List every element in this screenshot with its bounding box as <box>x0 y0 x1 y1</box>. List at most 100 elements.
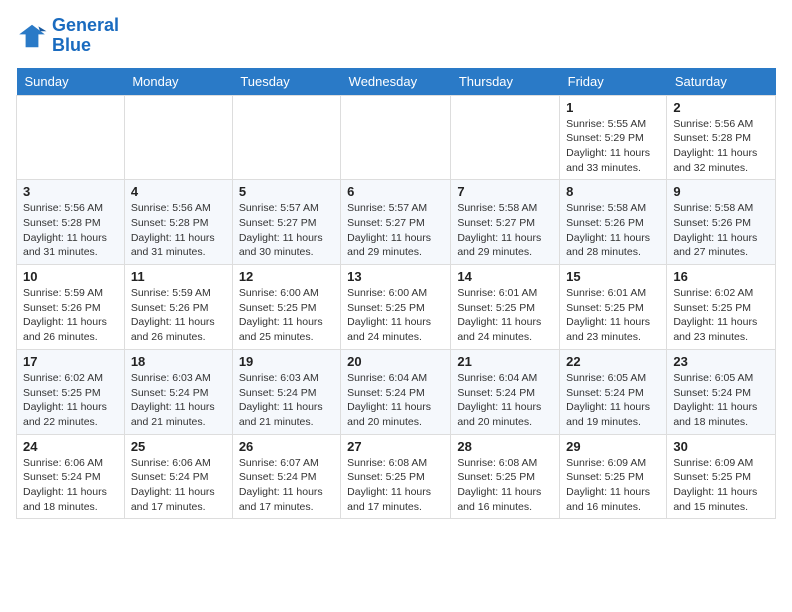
column-header-saturday: Saturday <box>667 68 776 96</box>
day-info: Sunrise: 6:03 AMSunset: 5:24 PMDaylight:… <box>239 371 334 430</box>
day-info: Sunrise: 5:56 AMSunset: 5:28 PMDaylight:… <box>23 201 118 260</box>
day-number: 23 <box>673 354 769 369</box>
day-info: Sunrise: 6:00 AMSunset: 5:25 PMDaylight:… <box>347 286 444 345</box>
calendar-cell: 8 Sunrise: 5:58 AMSunset: 5:26 PMDaylight… <box>560 180 667 265</box>
calendar-cell <box>232 95 340 180</box>
day-number: 18 <box>131 354 226 369</box>
day-info: Sunrise: 5:57 AMSunset: 5:27 PMDaylight:… <box>239 201 334 260</box>
logo: GeneralBlue <box>16 16 119 56</box>
calendar-cell: 1 Sunrise: 5:55 AMSunset: 5:29 PMDaylight… <box>560 95 667 180</box>
calendar-cell: 25 Sunrise: 6:06 AMSunset: 5:24 PMDayligh… <box>124 434 232 519</box>
day-info: Sunrise: 5:56 AMSunset: 5:28 PMDaylight:… <box>131 201 226 260</box>
day-info: Sunrise: 6:08 AMSunset: 5:25 PMDaylight:… <box>457 456 553 515</box>
day-info: Sunrise: 6:07 AMSunset: 5:24 PMDaylight:… <box>239 456 334 515</box>
day-info: Sunrise: 6:05 AMSunset: 5:24 PMDaylight:… <box>566 371 660 430</box>
day-info: Sunrise: 6:06 AMSunset: 5:24 PMDaylight:… <box>23 456 118 515</box>
day-info: Sunrise: 6:02 AMSunset: 5:25 PMDaylight:… <box>673 286 769 345</box>
day-number: 6 <box>347 184 444 199</box>
day-number: 12 <box>239 269 334 284</box>
calendar-cell: 30 Sunrise: 6:09 AMSunset: 5:25 PMDayligh… <box>667 434 776 519</box>
calendar-cell: 27Sunrise: 6:08 AMSunset: 5:25 PMDayligh… <box>341 434 451 519</box>
day-info: Sunrise: 6:01 AMSunset: 5:25 PMDaylight:… <box>457 286 553 345</box>
calendar-cell: 29 Sunrise: 6:09 AMSunset: 5:25 PMDayligh… <box>560 434 667 519</box>
calendar-cell: 19 Sunrise: 6:03 AMSunset: 5:24 PMDayligh… <box>232 349 340 434</box>
calendar-cell: 17Sunrise: 6:02 AMSunset: 5:25 PMDayligh… <box>17 349 125 434</box>
day-info: Sunrise: 6:01 AMSunset: 5:25 PMDaylight:… <box>566 286 660 345</box>
calendar-cell: 13 Sunrise: 6:00 AMSunset: 5:25 PMDayligh… <box>341 265 451 350</box>
day-number: 28 <box>457 439 553 454</box>
day-number: 9 <box>673 184 769 199</box>
day-info: Sunrise: 6:00 AMSunset: 5:25 PMDaylight:… <box>239 286 334 345</box>
day-info: Sunrise: 5:58 AMSunset: 5:26 PMDaylight:… <box>673 201 769 260</box>
calendar-week-4: 17Sunrise: 6:02 AMSunset: 5:25 PMDayligh… <box>17 349 776 434</box>
day-info: Sunrise: 5:59 AMSunset: 5:26 PMDaylight:… <box>131 286 226 345</box>
day-number: 19 <box>239 354 334 369</box>
calendar-cell <box>124 95 232 180</box>
day-info: Sunrise: 5:59 AMSunset: 5:26 PMDaylight:… <box>23 286 118 345</box>
day-number: 10 <box>23 269 118 284</box>
calendar-cell: 9 Sunrise: 5:58 AMSunset: 5:26 PMDaylight… <box>667 180 776 265</box>
calendar-cell: 23Sunrise: 6:05 AMSunset: 5:24 PMDayligh… <box>667 349 776 434</box>
day-number: 16 <box>673 269 769 284</box>
calendar-cell: 22 Sunrise: 6:05 AMSunset: 5:24 PMDayligh… <box>560 349 667 434</box>
day-info: Sunrise: 5:58 AMSunset: 5:26 PMDaylight:… <box>566 201 660 260</box>
calendar-cell: 24 Sunrise: 6:06 AMSunset: 5:24 PMDayligh… <box>17 434 125 519</box>
column-header-wednesday: Wednesday <box>341 68 451 96</box>
column-header-tuesday: Tuesday <box>232 68 340 96</box>
day-number: 24 <box>23 439 118 454</box>
day-number: 21 <box>457 354 553 369</box>
day-number: 3 <box>23 184 118 199</box>
day-number: 25 <box>131 439 226 454</box>
calendar-cell: 16 Sunrise: 6:02 AMSunset: 5:25 PMDayligh… <box>667 265 776 350</box>
day-info: Sunrise: 5:58 AMSunset: 5:27 PMDaylight:… <box>457 201 553 260</box>
page-header: GeneralBlue <box>16 16 776 56</box>
day-number: 15 <box>566 269 660 284</box>
day-number: 30 <box>673 439 769 454</box>
day-info: Sunrise: 5:57 AMSunset: 5:27 PMDaylight:… <box>347 201 444 260</box>
day-number: 1 <box>566 100 660 115</box>
column-header-friday: Friday <box>560 68 667 96</box>
day-number: 13 <box>347 269 444 284</box>
day-info: Sunrise: 6:08 AMSunset: 5:25 PMDaylight:… <box>347 456 444 515</box>
day-number: 22 <box>566 354 660 369</box>
logo-text: GeneralBlue <box>52 16 119 56</box>
calendar-table: SundayMondayTuesdayWednesdayThursdayFrid… <box>16 68 776 520</box>
calendar-cell <box>341 95 451 180</box>
calendar-cell: 7 Sunrise: 5:58 AMSunset: 5:27 PMDaylight… <box>451 180 560 265</box>
calendar-cell: 6 Sunrise: 5:57 AMSunset: 5:27 PMDaylight… <box>341 180 451 265</box>
calendar-cell: 15 Sunrise: 6:01 AMSunset: 5:25 PMDayligh… <box>560 265 667 350</box>
calendar-header-row: SundayMondayTuesdayWednesdayThursdayFrid… <box>17 68 776 96</box>
day-info: Sunrise: 6:06 AMSunset: 5:24 PMDaylight:… <box>131 456 226 515</box>
calendar-cell: 10 Sunrise: 5:59 AMSunset: 5:26 PMDayligh… <box>17 265 125 350</box>
calendar-week-2: 3 Sunrise: 5:56 AMSunset: 5:28 PMDaylight… <box>17 180 776 265</box>
calendar-week-5: 24 Sunrise: 6:06 AMSunset: 5:24 PMDayligh… <box>17 434 776 519</box>
day-info: Sunrise: 6:02 AMSunset: 5:25 PMDaylight:… <box>23 371 118 430</box>
calendar-cell: 11 Sunrise: 5:59 AMSunset: 5:26 PMDayligh… <box>124 265 232 350</box>
logo-icon <box>16 20 48 52</box>
day-number: 20 <box>347 354 444 369</box>
day-number: 29 <box>566 439 660 454</box>
day-info: Sunrise: 6:09 AMSunset: 5:25 PMDaylight:… <box>673 456 769 515</box>
calendar-cell: 4 Sunrise: 5:56 AMSunset: 5:28 PMDaylight… <box>124 180 232 265</box>
day-info: Sunrise: 6:03 AMSunset: 5:24 PMDaylight:… <box>131 371 226 430</box>
day-number: 26 <box>239 439 334 454</box>
calendar-cell: 3 Sunrise: 5:56 AMSunset: 5:28 PMDaylight… <box>17 180 125 265</box>
calendar-cell: 26 Sunrise: 6:07 AMSunset: 5:24 PMDayligh… <box>232 434 340 519</box>
day-number: 8 <box>566 184 660 199</box>
calendar-cell: 20 Sunrise: 6:04 AMSunset: 5:24 PMDayligh… <box>341 349 451 434</box>
day-info: Sunrise: 6:09 AMSunset: 5:25 PMDaylight:… <box>566 456 660 515</box>
day-info: Sunrise: 6:04 AMSunset: 5:24 PMDaylight:… <box>347 371 444 430</box>
calendar-cell: 5Sunrise: 5:57 AMSunset: 5:27 PMDaylight… <box>232 180 340 265</box>
column-header-sunday: Sunday <box>17 68 125 96</box>
calendar-week-3: 10 Sunrise: 5:59 AMSunset: 5:26 PMDayligh… <box>17 265 776 350</box>
day-number: 4 <box>131 184 226 199</box>
day-number: 2 <box>673 100 769 115</box>
calendar-cell: 18 Sunrise: 6:03 AMSunset: 5:24 PMDayligh… <box>124 349 232 434</box>
column-header-monday: Monday <box>124 68 232 96</box>
day-number: 7 <box>457 184 553 199</box>
day-info: Sunrise: 5:56 AMSunset: 5:28 PMDaylight:… <box>673 117 769 176</box>
calendar-cell: 12 Sunrise: 6:00 AMSunset: 5:25 PMDayligh… <box>232 265 340 350</box>
day-number: 11 <box>131 269 226 284</box>
day-info: Sunrise: 5:55 AMSunset: 5:29 PMDaylight:… <box>566 117 660 176</box>
day-number: 14 <box>457 269 553 284</box>
